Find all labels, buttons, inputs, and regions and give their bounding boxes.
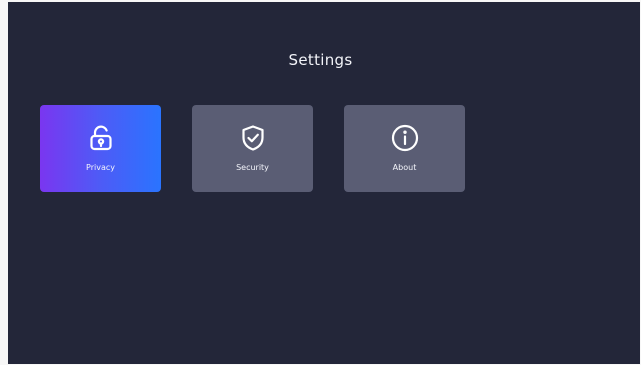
- tile-label-privacy: Privacy: [86, 163, 115, 172]
- tile-privacy[interactable]: Privacy: [40, 105, 161, 192]
- unlock-icon: [89, 125, 112, 151]
- shield-check-icon: [241, 125, 264, 151]
- tile-security[interactable]: Security: [192, 105, 313, 192]
- tile-label-security: Security: [236, 163, 269, 172]
- info-icon: [391, 124, 418, 152]
- page-title: Settings: [288, 51, 353, 69]
- tile-label-about: About: [392, 163, 417, 172]
- tile-about[interactable]: About: [344, 105, 465, 192]
